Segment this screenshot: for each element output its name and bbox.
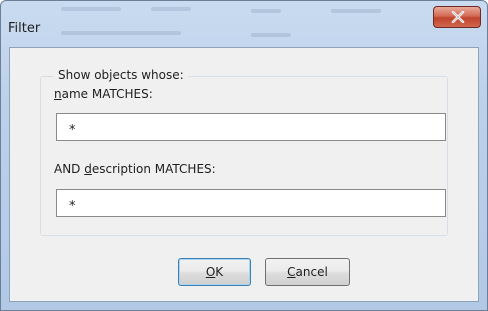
desc-label-text: escription MATCHES: [91,162,216,176]
window-title: Filter [8,21,41,36]
ok-button[interactable]: OK [178,258,251,286]
glass-artifact [251,9,281,13]
glass-artifact [331,9,381,13]
ok-label: K [215,265,224,279]
name-label-mnemonic: n [54,87,62,101]
cancel-label: ancel [295,265,328,279]
cancel-button[interactable]: Cancel [265,258,350,286]
glass-artifact [61,7,121,11]
desc-label-mnemonic: d [84,162,92,176]
ok-mnemonic: O [205,265,216,279]
desc-label-prefix: AND [54,162,85,176]
filter-dialog-window: Filter Show objects whose: name MATCHES:… [0,0,488,311]
name-matches-label: name MATCHES: [54,87,153,101]
dialog-client-area: Show objects whose: name MATCHES: AND de… [9,47,479,302]
glass-artifact [251,33,291,37]
glass-artifact [151,7,191,11]
close-button[interactable] [433,6,481,28]
cancel-mnemonic: C [287,265,296,279]
close-icon [451,11,465,23]
description-matches-label: AND description MATCHES: [54,162,216,176]
groupbox-legend: Show objects whose: [54,68,188,82]
description-matches-input[interactable] [56,189,446,217]
name-matches-input[interactable] [56,113,446,141]
name-label-text: ame MATCHES: [61,87,153,101]
glass-artifact [61,31,181,35]
